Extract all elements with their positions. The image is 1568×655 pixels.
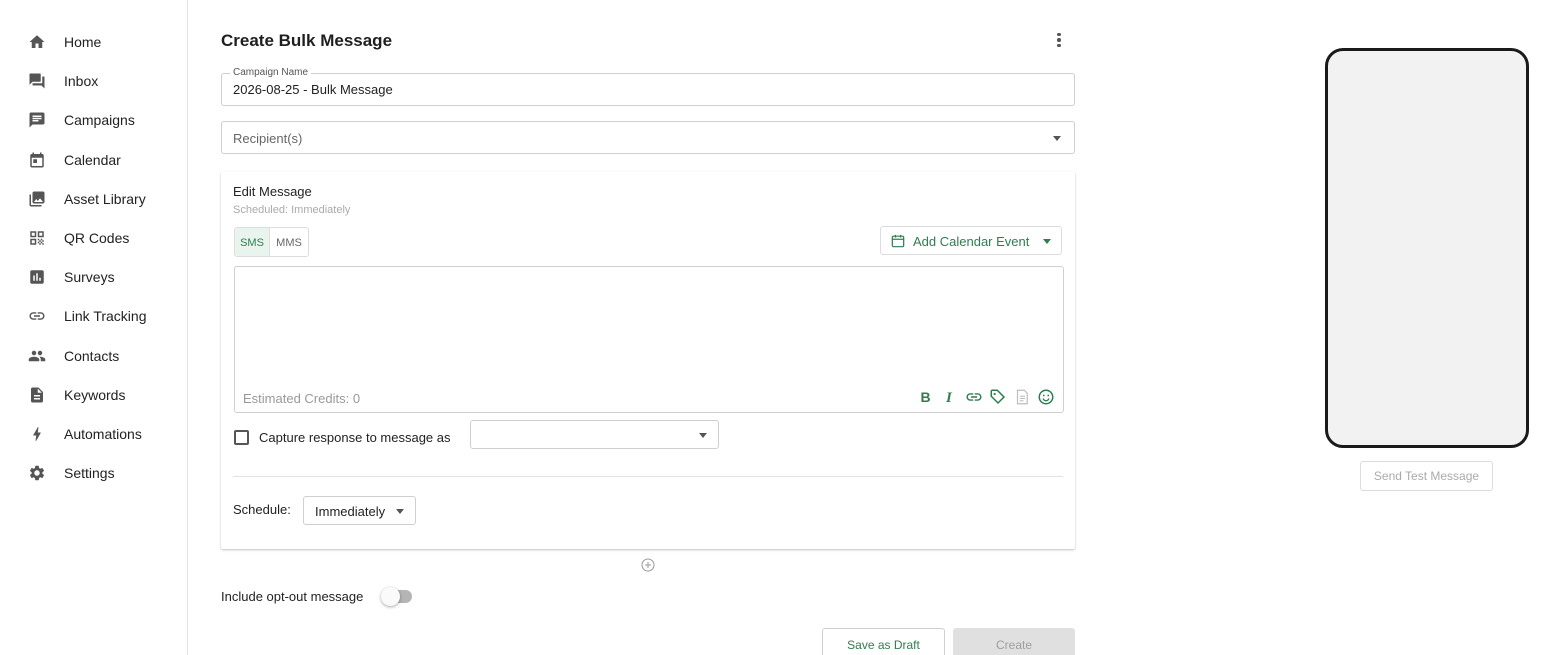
capture-response-row: Capture response to message as — [234, 426, 451, 448]
sidebar-item-label: Calendar — [64, 152, 121, 168]
sidebar-item-label: Asset Library — [64, 191, 146, 207]
asset-library-icon — [28, 190, 46, 208]
sidebar-item-label: Campaigns — [64, 112, 135, 128]
recipients-placeholder: Recipient(s) — [233, 131, 303, 146]
surveys-icon — [28, 268, 46, 286]
add-message-icon[interactable] — [641, 558, 655, 572]
estimated-credits: Estimated Credits: 0 — [243, 391, 361, 406]
svg-text:I: I — [945, 390, 953, 406]
sidebar-item-calendar[interactable]: Calendar — [0, 142, 187, 178]
sidebar-item-campaigns[interactable]: Campaigns — [0, 102, 187, 138]
emoji-icon[interactable] — [1037, 388, 1055, 406]
sidebar-item-contacts[interactable]: Contacts — [0, 338, 187, 374]
capture-response-checkbox[interactable] — [234, 429, 249, 445]
toggle-knob — [381, 587, 400, 606]
sidebar-item-label: Contacts — [64, 348, 120, 364]
keywords-icon — [28, 386, 46, 404]
save-as-draft-button[interactable]: Save as Draft — [822, 628, 945, 655]
optout-toggle[interactable] — [381, 587, 412, 606]
scheduled-subtitle: Scheduled: Immediately — [233, 204, 351, 216]
send-test-message-button[interactable]: Send Test Message — [1360, 461, 1493, 491]
sidebar-item-label: QR Codes — [64, 230, 130, 246]
sidebar-item-settings[interactable]: Settings — [0, 455, 187, 491]
format-toolbar: B I — [917, 388, 1055, 406]
sidebar-item-qr-codes[interactable]: QR Codes — [0, 220, 187, 256]
add-calendar-event-button[interactable]: Add Calendar Event — [880, 226, 1062, 255]
tag-icon[interactable] — [989, 388, 1007, 406]
chevron-down-icon — [396, 509, 404, 514]
calendar-icon — [28, 151, 46, 169]
link-icon — [28, 307, 46, 325]
edit-message-card: Edit Message Scheduled: Immediately SMS … — [221, 172, 1075, 549]
tab-sms[interactable]: SMS — [235, 228, 270, 256]
link-icon[interactable] — [965, 388, 983, 406]
page-title: Create Bulk Message — [221, 31, 393, 50]
sidebar-item-keywords[interactable]: Keywords — [0, 377, 187, 413]
more-options-icon[interactable] — [1050, 30, 1068, 50]
campaign-name-value: 2026-08-25 - Bulk Message — [233, 82, 393, 97]
sidebar-item-label: Automations — [64, 426, 142, 442]
sidebar: Home Inbox Campaigns Calendar Asset Libr… — [0, 0, 188, 655]
schedule-label: Schedule: — [233, 502, 291, 517]
calendar-icon — [891, 234, 905, 248]
optout-label: Include opt-out message — [221, 589, 364, 604]
sidebar-item-surveys[interactable]: Surveys — [0, 259, 187, 295]
message-textarea[interactable]: Estimated Credits: 0 B I — [234, 266, 1064, 413]
sidebar-item-label: Link Tracking — [64, 308, 147, 324]
edit-message-heading: Edit Message — [233, 184, 312, 199]
schedule-select[interactable]: Immediately — [303, 496, 416, 525]
campaign-name-label: Campaign Name — [230, 67, 312, 78]
sidebar-item-link-tracking[interactable]: Link Tracking — [0, 298, 187, 334]
sidebar-item-label: Surveys — [64, 269, 115, 285]
chevron-down-icon — [1043, 239, 1051, 244]
capture-response-label: Capture response to message as — [259, 429, 451, 445]
chevron-down-icon — [1053, 136, 1061, 141]
add-calendar-event-label: Add Calendar Event — [913, 234, 1030, 249]
automations-icon — [28, 425, 46, 443]
contacts-icon — [28, 347, 46, 365]
tab-mms[interactable]: MMS — [270, 228, 308, 256]
inbox-icon — [28, 72, 46, 90]
sidebar-item-label: Keywords — [64, 387, 126, 403]
bold-icon[interactable]: B — [917, 388, 935, 406]
sidebar-item-automations[interactable]: Automations — [0, 416, 187, 452]
home-icon — [28, 33, 46, 51]
phone-preview — [1325, 48, 1529, 448]
sidebar-item-inbox[interactable]: Inbox — [0, 63, 187, 99]
sidebar-item-label: Inbox — [64, 73, 99, 89]
sidebar-item-label: Settings — [64, 465, 115, 481]
sidebar-item-home[interactable]: Home — [0, 24, 187, 60]
sidebar-item-asset-library[interactable]: Asset Library — [0, 181, 187, 217]
divider — [233, 476, 1063, 477]
campaign-name-field[interactable]: Campaign Name 2026-08-25 - Bulk Message — [221, 67, 1075, 106]
svg-text:B: B — [921, 389, 931, 405]
capture-response-select[interactable] — [470, 420, 719, 449]
campaigns-icon — [28, 111, 46, 129]
qr-code-icon — [28, 229, 46, 247]
recipients-select[interactable]: Recipient(s) — [221, 121, 1075, 154]
schedule-value: Immediately — [315, 504, 386, 519]
message-type-toggle: SMS MMS — [234, 227, 309, 257]
sidebar-item-label: Home — [64, 34, 102, 50]
template-icon[interactable] — [1013, 388, 1031, 406]
chevron-down-icon — [699, 433, 707, 438]
italic-icon[interactable]: I — [941, 388, 959, 406]
settings-icon — [28, 464, 46, 482]
create-button[interactable]: Create — [953, 628, 1075, 655]
